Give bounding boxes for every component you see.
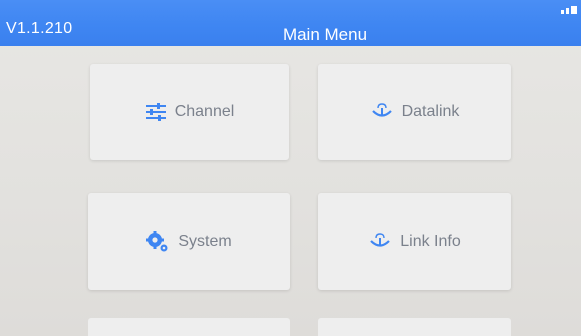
channel-label: Channel	[174, 103, 235, 120]
datalink-button[interactable]: Datalink	[318, 64, 511, 160]
main-menu-screen: V1.1.210 Main Menu Channel Datalink Syst…	[0, 0, 581, 336]
page-title: Main Menu	[282, 25, 368, 44]
link-info-button[interactable]: Link Info	[318, 193, 511, 290]
title-bar: V1.1.210 Main Menu	[0, 0, 581, 46]
antenna-signal-icon	[371, 103, 392, 117]
system-label: System	[178, 232, 232, 250]
datalink-label: Datalink	[401, 103, 460, 120]
signal-strength-icon	[561, 6, 577, 14]
gears-icon	[146, 230, 168, 251]
system-button[interactable]: System	[88, 193, 290, 290]
menu-tile-partial[interactable]	[318, 318, 511, 336]
antenna-signal-icon	[370, 232, 391, 247]
channel-button[interactable]: Channel	[90, 64, 289, 160]
sliders-icon	[145, 103, 166, 121]
menu-tile-partial[interactable]	[88, 318, 290, 336]
link-info-label: Link Info	[400, 232, 461, 250]
